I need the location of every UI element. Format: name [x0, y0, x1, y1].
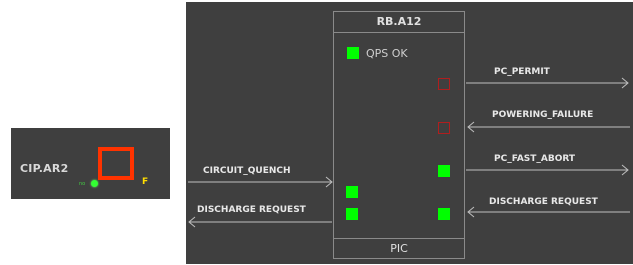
cip-status-box[interactable] — [98, 147, 134, 180]
powering-failure-indicator — [438, 122, 450, 134]
circuit-quench-indicator — [346, 186, 358, 198]
circuit-quench-label: CIRCUIT_QUENCH — [203, 166, 291, 176]
cip-lamp-label: no — [79, 181, 86, 187]
pic-box: RB.A12 QPS OK PIC — [333, 11, 465, 259]
pic-footer: PIC — [390, 242, 408, 255]
pc-fast-abort-indicator — [438, 165, 450, 177]
discharge-request-in-indicator — [346, 208, 358, 220]
pc-permit-label: PC_PERMIT — [494, 67, 550, 77]
cip-lamp-indicator — [91, 180, 98, 187]
cip-title: CIP.AR2 — [20, 162, 69, 175]
qps-ok-indicator — [347, 47, 359, 59]
pc-fast-abort-label: PC_FAST_ABORT — [494, 154, 576, 164]
pc-permit-indicator — [438, 78, 450, 90]
discharge-request-out-label: DISCHARGE REQUEST — [489, 197, 598, 207]
discharge-request-out-indicator — [438, 208, 450, 220]
cip-flag: F — [142, 177, 149, 187]
pic-title: RB.A12 — [376, 15, 422, 28]
qps-ok-label: QPS OK — [366, 47, 408, 60]
discharge-request-in-label: DISCHARGE REQUEST — [197, 205, 306, 215]
pic-panel[interactable]: PC_PERMIT POWERING_FAILURE PC_FAST_ABORT… — [186, 2, 633, 264]
cip-panel[interactable]: CIP.AR2 no F — [11, 128, 170, 199]
powering-failure-label: POWERING_FAILURE — [492, 110, 594, 120]
